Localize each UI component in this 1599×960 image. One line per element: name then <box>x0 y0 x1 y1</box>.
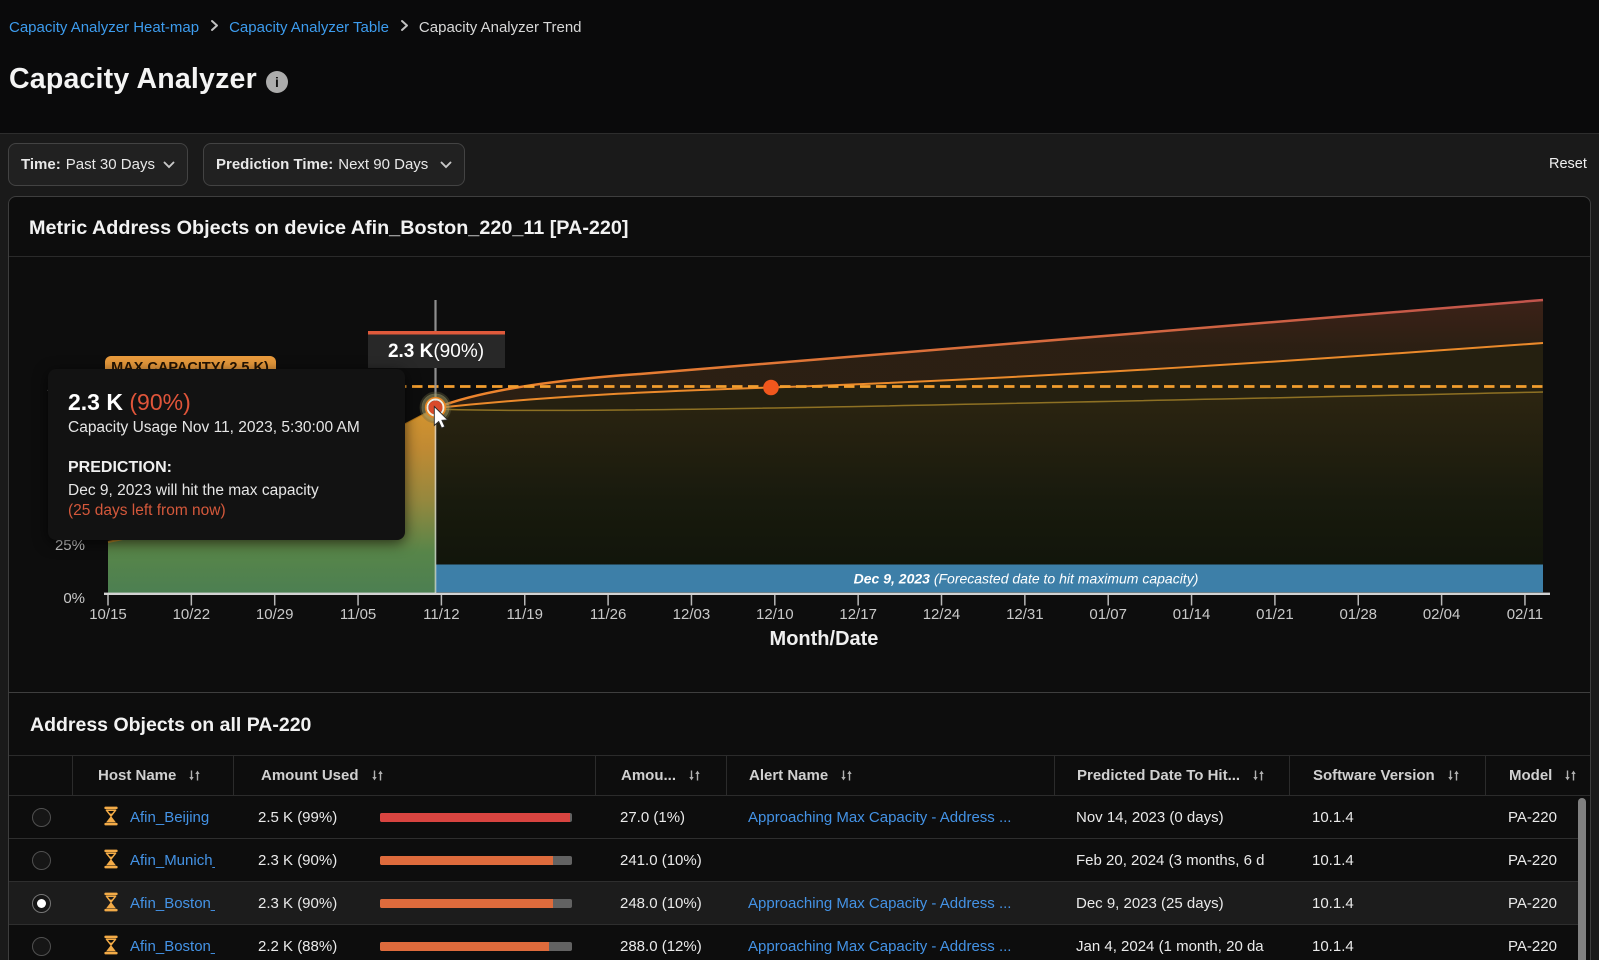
svg-text:01/07: 01/07 <box>1089 606 1127 623</box>
svg-text:11/19: 11/19 <box>507 606 543 623</box>
svg-text:12/31: 12/31 <box>1006 606 1044 623</box>
svg-text:11/26: 11/26 <box>590 606 626 623</box>
svg-text:02/04: 02/04 <box>1423 606 1461 623</box>
svg-text:01/28: 01/28 <box>1339 606 1377 623</box>
svg-text:10/15: 10/15 <box>89 606 127 623</box>
svg-text:12/10: 12/10 <box>756 606 794 623</box>
svg-text:11/05: 11/05 <box>340 606 376 623</box>
svg-text:Month/Date: Month/Date <box>770 628 879 650</box>
svg-text:02/11: 02/11 <box>1507 606 1543 623</box>
svg-text:12/24: 12/24 <box>923 606 961 623</box>
svg-text:Dec 9, 2023 (Forecasted date t: Dec 9, 2023 (Forecasted date to hit maxi… <box>854 571 1199 587</box>
svg-text:12/03: 12/03 <box>673 606 711 623</box>
svg-text:2.3 K(90%): 2.3 K(90%) <box>388 341 484 362</box>
svg-text:10/29: 10/29 <box>256 606 294 623</box>
svg-text:10/22: 10/22 <box>173 606 211 623</box>
svg-text:12/17: 12/17 <box>839 606 877 623</box>
svg-text:01/21: 01/21 <box>1256 606 1294 623</box>
svg-text:11/12: 11/12 <box>423 606 459 623</box>
svg-text:01/14: 01/14 <box>1173 606 1211 623</box>
svg-text:0%: 0% <box>63 590 85 607</box>
